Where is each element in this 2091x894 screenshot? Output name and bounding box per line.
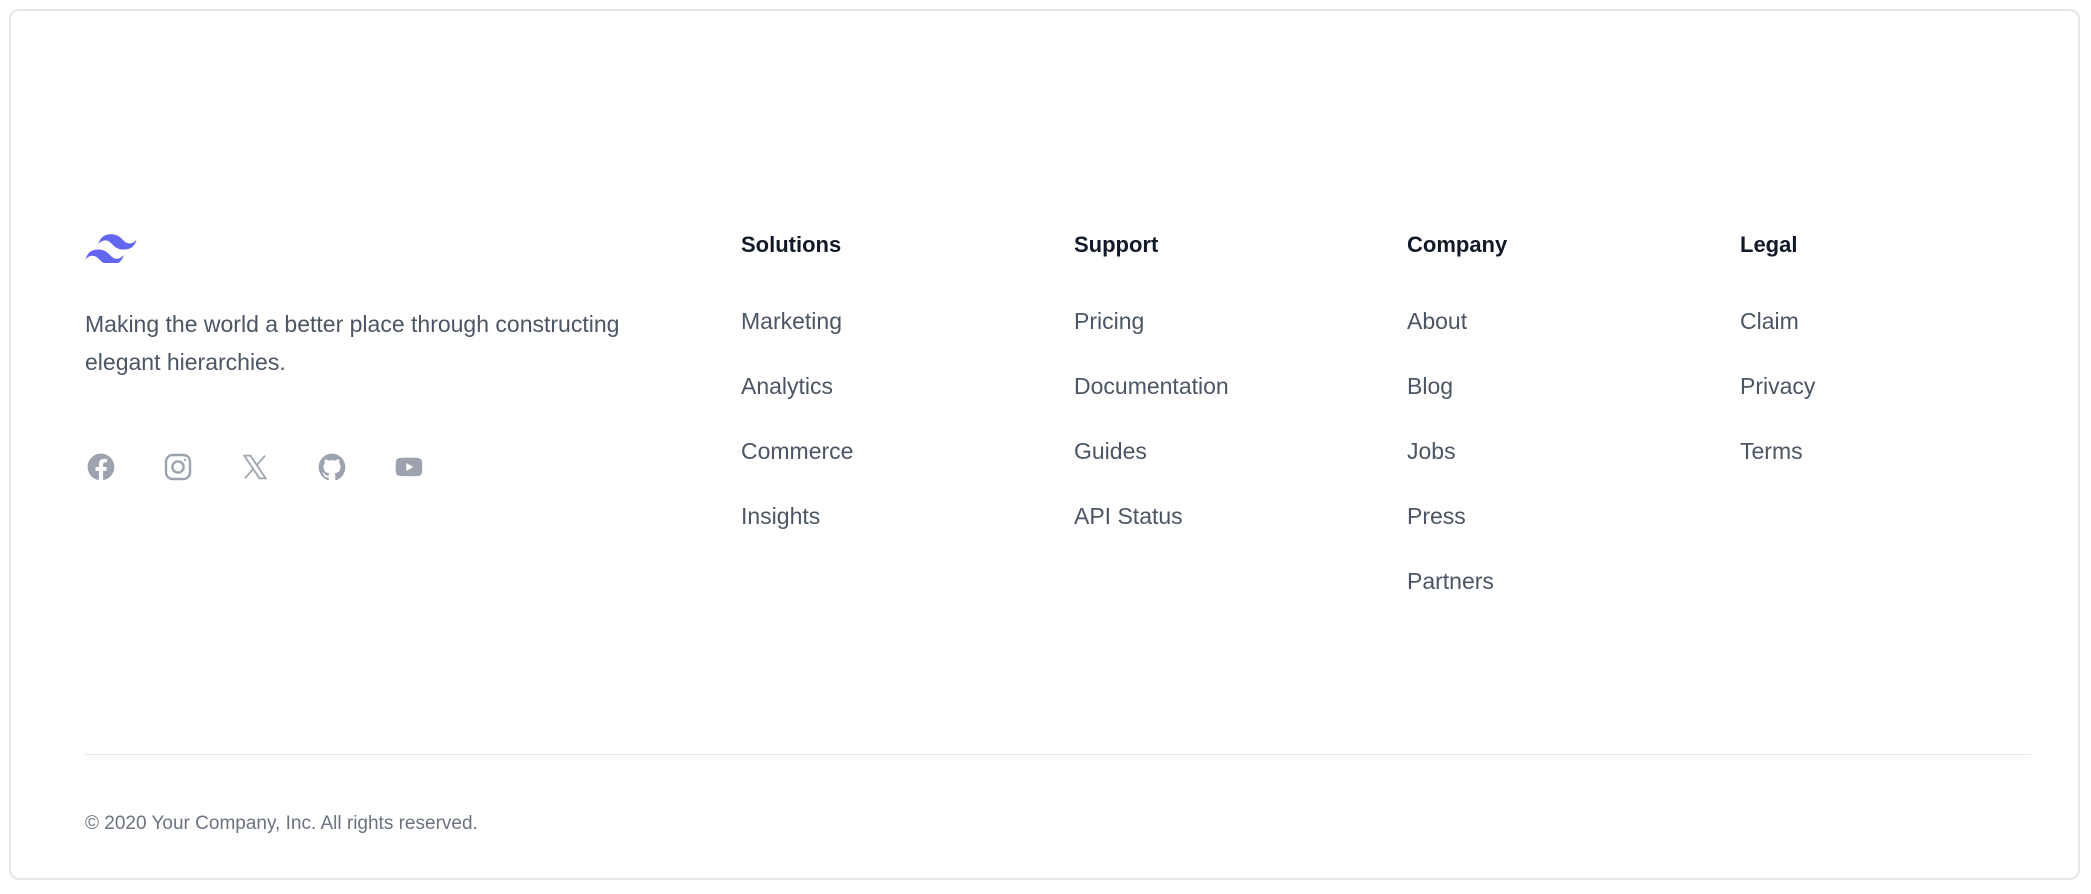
column-solutions: Solutions Marketing Analytics Commerce I… — [741, 229, 1041, 565]
column-legal: Legal Claim Privacy Terms — [1740, 229, 2040, 500]
column-company: Company About Blog Jobs Press Partners — [1407, 229, 1707, 630]
footer-link[interactable]: Blog — [1407, 370, 1707, 402]
tagline: Making the world a better place through … — [85, 311, 620, 375]
footer-link[interactable]: Pricing — [1074, 305, 1374, 337]
brand-block: Making the world a better place through … — [85, 231, 685, 381]
footer-link[interactable]: Analytics — [741, 370, 1041, 402]
footer-link[interactable]: Terms — [1740, 435, 2040, 467]
column-support: Support Pricing Documentation Guides API… — [1074, 229, 1374, 565]
footer-link[interactable]: Claim — [1740, 305, 2040, 337]
x-icon[interactable] — [239, 451, 271, 483]
footer-link[interactable]: Press — [1407, 500, 1707, 532]
instagram-icon[interactable] — [162, 451, 194, 483]
github-icon[interactable] — [316, 451, 348, 483]
column-title: Company — [1407, 232, 1508, 257]
column-title: Solutions — [741, 232, 842, 257]
social-links — [85, 451, 425, 483]
column-title: Legal — [1740, 232, 1798, 257]
footer-container: Making the world a better place through … — [9, 9, 2080, 880]
youtube-icon[interactable] — [393, 451, 425, 483]
footer-link[interactable]: Commerce — [741, 435, 1041, 467]
footer-link[interactable]: Privacy — [1740, 370, 2040, 402]
footer-divider — [85, 754, 2031, 755]
footer-link[interactable]: API Status — [1074, 500, 1374, 532]
footer-link[interactable]: Insights — [741, 500, 1041, 532]
footer-link[interactable]: Partners — [1407, 565, 1707, 597]
footer-link[interactable]: Marketing — [741, 305, 1041, 337]
facebook-icon[interactable] — [85, 451, 117, 483]
copyright-text: © 2020 Your Company, Inc. All rights res… — [85, 813, 478, 834]
company-logo-icon[interactable] — [85, 231, 137, 263]
footer-link[interactable]: About — [1407, 305, 1707, 337]
footer-link[interactable]: Documentation — [1074, 370, 1374, 402]
column-title: Support — [1074, 232, 1159, 257]
footer-link[interactable]: Jobs — [1407, 435, 1707, 467]
footer-link[interactable]: Guides — [1074, 435, 1374, 467]
